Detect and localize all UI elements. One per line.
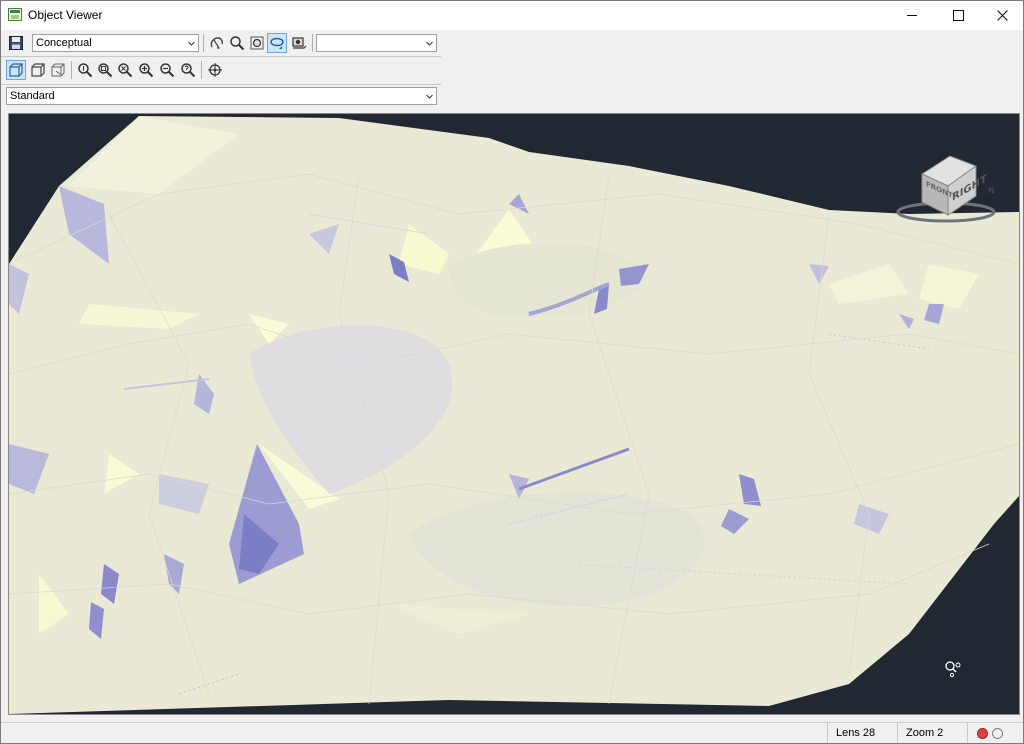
window-title: Object Viewer [28, 8, 103, 22]
close-button[interactable] [979, 1, 1023, 30]
orbit-active-icon [270, 37, 284, 49]
viewcube-compass-label: N [988, 186, 995, 195]
zoom-help-icon [181, 63, 196, 78]
zoom-realtime-button[interactable] [75, 60, 95, 80]
zoom-button[interactable] [227, 33, 247, 53]
inactive-indicator-icon[interactable] [992, 728, 1003, 739]
view-cube-3d-icon [31, 63, 45, 77]
chevron-down-icon [426, 93, 433, 100]
view-mode-value: Standard [10, 90, 55, 102]
zoom-window-button[interactable] [95, 60, 115, 80]
lens-readout: Lens 28 [827, 723, 897, 743]
zoom-help-button[interactable] [178, 60, 198, 80]
orbit-button[interactable] [207, 33, 227, 53]
status-indicators [967, 723, 1023, 743]
toolbar-row-3: Standard [1, 85, 441, 107]
wireframe-cube-icon [51, 63, 65, 77]
viewcube[interactable]: RIGHT FRONT N [894, 152, 1004, 227]
visual-style-select[interactable]: Conceptual [32, 34, 199, 52]
zoom-readout: Zoom 2 [897, 723, 967, 743]
view-cube-front-button[interactable] [6, 60, 26, 80]
view-cube-front-icon [9, 63, 23, 77]
minimize-icon [907, 15, 917, 16]
zoom-icon [230, 36, 245, 51]
orbit-icon [210, 37, 223, 49]
named-view-select[interactable] [316, 34, 437, 52]
wireframe-cube-button[interactable] [48, 60, 68, 80]
zoom-extents-button[interactable] [247, 33, 267, 53]
visual-style-value: Conceptual [36, 37, 92, 49]
zoom-realtime-icon [78, 63, 93, 78]
chevron-down-icon [426, 40, 433, 47]
3d-viewport[interactable]: RIGHT FRONT N [8, 113, 1020, 715]
zoom-in-button[interactable] [136, 60, 156, 80]
title-bar[interactable]: Object Viewer [1, 1, 1023, 30]
camera-icon [292, 37, 307, 49]
object-viewer-icon [8, 8, 22, 21]
zoom-out-button[interactable] [157, 60, 177, 80]
zoom-extents-icon [118, 63, 133, 78]
view-mode-select[interactable]: Standard [6, 87, 437, 105]
zoom-extents-icon [250, 36, 264, 50]
save-button[interactable] [6, 33, 26, 53]
object-viewer-window: Object Viewer Conceptual Standard RIGHT … [0, 0, 1024, 744]
zoom-window-icon [98, 63, 113, 78]
view-cube-3d-button[interactable] [28, 60, 48, 80]
zoom-in-icon [139, 63, 154, 78]
chevron-down-icon [188, 40, 195, 47]
minimize-button[interactable] [889, 1, 935, 30]
terrain-surface [9, 116, 1019, 714]
close-icon [996, 10, 1008, 21]
maximize-button[interactable] [935, 1, 981, 30]
status-bar: Lens 28 Zoom 2 [1, 722, 1023, 743]
orbit-active-button[interactable] [267, 33, 287, 53]
target-button[interactable] [205, 60, 225, 80]
zoom-extents-2-button[interactable] [115, 60, 135, 80]
zoom-out-icon [160, 63, 175, 78]
maximize-icon [952, 10, 964, 21]
target-icon [208, 63, 222, 77]
toolbar-row-2 [1, 57, 441, 83]
toolbar-row-1: Conceptual [1, 30, 441, 56]
camera-button[interactable] [289, 33, 309, 53]
save-icon [9, 36, 23, 50]
stop-indicator-icon[interactable] [977, 728, 988, 739]
orbit-cursor-icon [945, 661, 961, 678]
